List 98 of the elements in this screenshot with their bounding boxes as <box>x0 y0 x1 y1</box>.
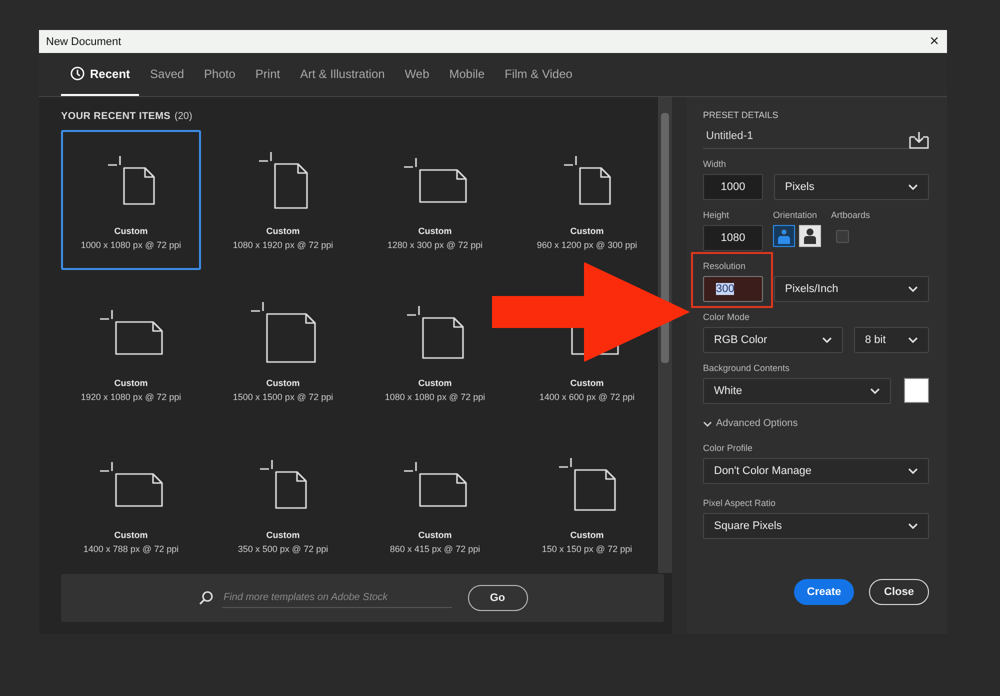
chevron-icon <box>908 523 918 529</box>
document-icon <box>403 461 467 507</box>
create-button[interactable]: Create <box>794 579 854 605</box>
item-count: (20) <box>174 111 192 122</box>
tab[interactable]: Web <box>396 53 438 96</box>
unit-dropdown[interactable]: Pixels/Inch <box>774 276 929 302</box>
preset-name: Custom <box>114 530 148 540</box>
go-button[interactable]: Go <box>468 585 528 611</box>
preset-card[interactable]: Custom 150 x 150 px @ 72 ppi <box>517 434 657 574</box>
preset-size: 960 x 1200 px @ 300 ppi <box>536 240 638 250</box>
height-field[interactable]: 1080 <box>703 225 763 251</box>
color-swatch[interactable] <box>904 378 929 403</box>
tab[interactable]: Print <box>246 53 290 96</box>
preset-card[interactable]: Custom 860 x 415 px @ 72 ppi <box>365 434 505 574</box>
document-icon <box>259 459 307 509</box>
preset-name: Custom <box>570 530 604 540</box>
preset-card[interactable]: Custom 1500 x 1500 px @ 72 ppi <box>213 282 353 422</box>
advanced-options-toggle[interactable]: Advanced Options <box>703 418 929 429</box>
preset-name: Custom <box>570 378 604 388</box>
preset-card[interactable]: Custom 350 x 500 px @ 72 ppi <box>213 434 353 574</box>
chevron-icon <box>870 388 880 394</box>
tab[interactable]: Art & Illustration <box>291 53 394 96</box>
tab[interactable]: Photo <box>195 53 244 96</box>
chevron-icon <box>908 184 918 190</box>
chevron-icon <box>908 286 918 292</box>
preset-name: Custom <box>266 378 300 388</box>
field-label: Resolution <box>703 261 747 271</box>
pixel-aspect-dropdown[interactable]: Square Pixels <box>703 513 929 539</box>
close-button[interactable]: × <box>928 32 941 50</box>
preset-name: Custom <box>266 226 300 236</box>
close-button[interactable]: Close <box>869 579 929 605</box>
chevron-icon <box>908 337 918 343</box>
landscape-button[interactable] <box>799 225 821 247</box>
preset-name: Custom <box>418 378 452 388</box>
window-title: New Document <box>46 36 122 48</box>
field-label: Width <box>703 159 728 169</box>
preset-name: Custom <box>570 226 604 236</box>
preset-name: Custom <box>418 226 452 236</box>
field-label: Color Profile <box>703 443 754 453</box>
document-icon <box>258 151 308 209</box>
tab[interactable]: Film & Video <box>496 53 582 96</box>
field-label: Orientation <box>773 210 818 220</box>
preset-size: 1280 x 300 px @ 72 ppi <box>387 240 483 250</box>
preset-name: Custom <box>114 378 148 388</box>
preset-name: Custom <box>266 530 300 540</box>
preset-name: Custom <box>418 530 452 540</box>
background-dropdown[interactable]: White <box>703 378 891 404</box>
section-heading: PRESET DETAILS <box>703 110 780 120</box>
resolution-field[interactable]: 300 <box>703 276 763 302</box>
preset-card[interactable]: Custom 1080 x 1920 px @ 72 ppi <box>213 130 353 270</box>
document-icon <box>99 461 163 507</box>
search-icon <box>198 590 214 606</box>
preset-size: 1400 x 600 px @ 72 ppi <box>539 392 635 402</box>
preset-size: 1000 x 1080 px @ 72 ppi <box>80 240 182 250</box>
document-icon <box>107 155 155 205</box>
chevron-icon <box>703 420 712 426</box>
document-icon <box>406 305 464 359</box>
tab[interactable]: Saved <box>141 53 194 96</box>
preset-card[interactable]: Custom 1000 x 1080 px @ 72 ppi <box>61 130 201 270</box>
preset-size: 1400 x 788 px @ 72 ppi <box>83 544 179 554</box>
field-label: Background Contents <box>703 363 791 373</box>
document-icon <box>558 457 616 511</box>
scrollbar[interactable] <box>658 97 672 573</box>
preset-card[interactable]: Custom 1080 x 1080 px @ 72 ppi <box>365 282 505 422</box>
color-profile-dropdown[interactable]: Don't Color Manage <box>703 458 929 484</box>
chevron-icon <box>908 468 918 474</box>
document-name-field[interactable]: Untitled-1 <box>703 130 909 149</box>
chevron-icon <box>822 337 832 343</box>
document-icon <box>403 157 467 203</box>
color-mode-dropdown[interactable]: RGB Color <box>703 327 843 353</box>
preset-card[interactable]: Custom 1920 x 1080 px @ 72 ppi <box>61 282 201 422</box>
document-icon <box>250 301 316 363</box>
field-label: Pixel Aspect Ratio <box>703 498 777 508</box>
bit-depth-dropdown[interactable]: 8 bit <box>854 327 929 353</box>
preset-size: 1080 x 1920 px @ 72 ppi <box>232 240 334 250</box>
field-label: Color Mode <box>703 312 751 322</box>
section-heading: YOUR RECENT ITEMS <box>61 111 171 122</box>
save-preset-icon[interactable] <box>909 130 929 148</box>
preset-name: Custom <box>114 226 148 236</box>
artboards-checkbox[interactable] <box>836 230 849 243</box>
preset-size: 350 x 500 px @ 72 ppi <box>238 544 328 554</box>
document-icon <box>99 309 163 355</box>
field-label: Height <box>703 210 730 220</box>
field-label: Artboards <box>831 210 870 220</box>
preset-card[interactable]: Custom 1400 x 788 px @ 72 ppi <box>61 434 201 574</box>
preset-size: 860 x 415 px @ 72 ppi <box>390 544 480 554</box>
portrait-button[interactable] <box>773 225 795 247</box>
tab[interactable]: Mobile <box>440 53 494 96</box>
unit-dropdown[interactable]: Pixels <box>774 174 929 200</box>
preset-size: 1920 x 1080 px @ 72 ppi <box>80 392 182 402</box>
preset-size: 1080 x 1080 px @ 72 ppi <box>384 392 486 402</box>
search-field[interactable]: Find more templates on Adobe Stock <box>222 588 452 608</box>
preset-size: 1500 x 1500 px @ 72 ppi <box>232 392 334 402</box>
width-field[interactable]: 1000 <box>703 174 763 200</box>
preset-card[interactable]: Custom 960 x 1200 px @ 300 ppi <box>517 130 657 270</box>
preset-card[interactable]: Custom 1280 x 300 px @ 72 ppi <box>365 130 505 270</box>
preset-size: 150 x 150 px @ 72 ppi <box>542 544 632 554</box>
document-icon <box>563 155 611 205</box>
